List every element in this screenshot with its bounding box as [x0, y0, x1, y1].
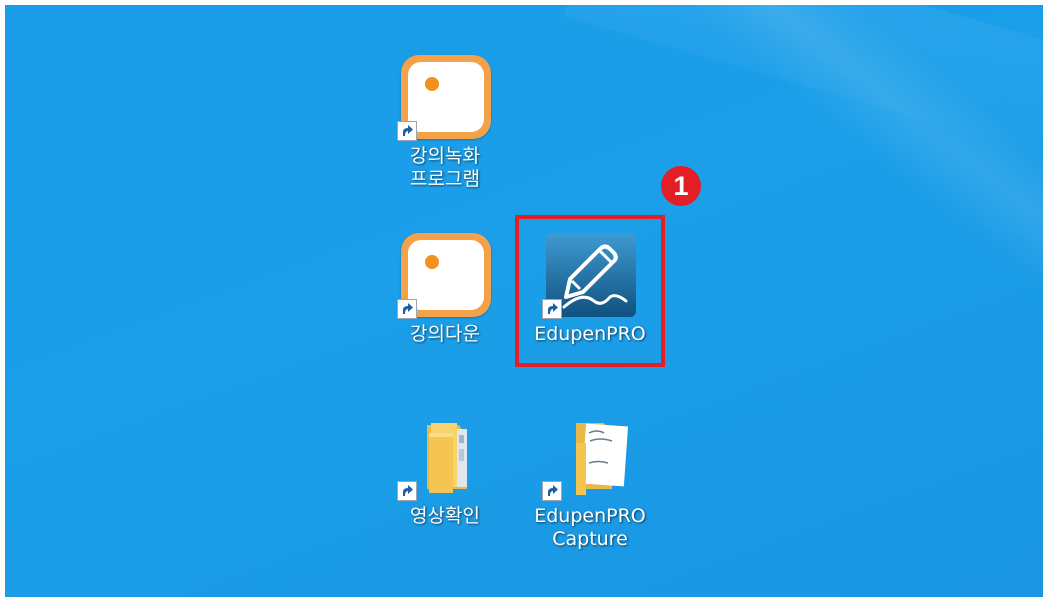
wallpaper-light-beam [416, 5, 1043, 358]
folder-icon [397, 413, 493, 501]
folder-with-paper-icon [542, 413, 638, 501]
shortcut-arrow-icon [397, 299, 417, 319]
highlight-box [515, 215, 665, 367]
step-number-badge: 1 [661, 166, 701, 206]
desktop-icon-label: 강의녹화 프로그램 [410, 145, 480, 190]
shortcut-arrow-icon [397, 481, 417, 501]
desktop-icon-video-check[interactable]: 영상확인 [385, 413, 505, 528]
desktop-icon-label: 영상확인 [410, 505, 480, 527]
orange-rounded-square-icon [397, 231, 493, 319]
desktop-background: 강의녹화 프로그램 강의다운 EdupenPRO 영상확인 EdupenPRO … [5, 5, 1043, 597]
shortcut-arrow-icon [542, 481, 562, 501]
desktop-icon-lecture-download[interactable]: 강의다운 [385, 231, 505, 346]
desktop-icon-lecture-record[interactable]: 강의녹화 프로그램 [385, 53, 505, 191]
shortcut-arrow-icon [397, 121, 417, 141]
orange-rounded-square-icon [397, 53, 493, 141]
desktop-icon-label: 강의다운 [410, 323, 480, 345]
desktop-icon-edupen-capture[interactable]: EdupenPRO Capture [530, 413, 650, 551]
wallpaper-light-beam [563, 5, 1043, 210]
desktop-icon-label: EdupenPRO Capture [534, 505, 646, 550]
